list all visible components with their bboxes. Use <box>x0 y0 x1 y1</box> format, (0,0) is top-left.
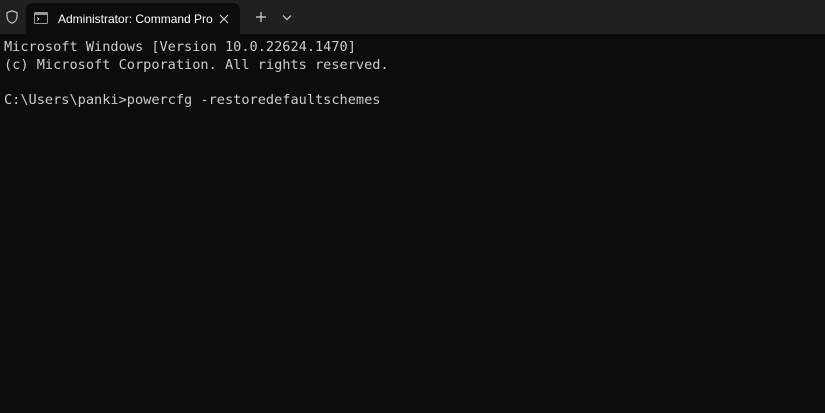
tab-command-prompt[interactable]: Administrator: Command Pro <box>26 3 240 34</box>
tab-close-button[interactable] <box>216 11 232 27</box>
terminal-window: Administrator: Command Pro Microsoft Win… <box>0 0 825 413</box>
plus-icon <box>256 12 266 22</box>
terminal-line-copyright: (c) Microsoft Corporation. All rights re… <box>4 56 389 73</box>
terminal-icon <box>34 12 48 24</box>
shield-icon <box>6 10 18 24</box>
new-tab-button[interactable] <box>249 5 273 29</box>
tab-dropdown-button[interactable] <box>277 5 297 29</box>
terminal-line-command: C:\Users\panki>powercfg -restoredefaults… <box>4 91 381 108</box>
close-icon <box>219 14 229 24</box>
chevron-down-icon <box>282 14 292 20</box>
tab-title: Administrator: Command Pro <box>58 12 213 26</box>
admin-shield-button[interactable] <box>0 0 24 34</box>
terminal-output[interactable]: Microsoft Windows [Version 10.0.22624.14… <box>0 34 825 413</box>
terminal-line-version: Microsoft Windows [Version 10.0.22624.14… <box>4 39 356 55</box>
title-bar: Administrator: Command Pro <box>0 0 825 34</box>
